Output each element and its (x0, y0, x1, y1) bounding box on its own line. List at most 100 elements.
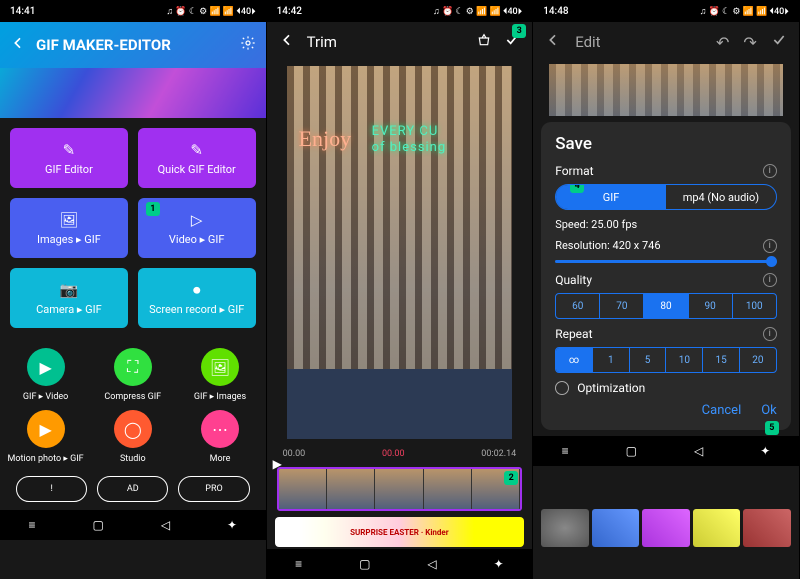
android-nav: ≡ ▢ ◁ ✦ (533, 436, 799, 466)
ok-button[interactable]: Ok (761, 403, 777, 418)
time-start: 00.00 (283, 449, 306, 459)
circ-more[interactable]: ⋯More (180, 410, 259, 464)
basket-icon[interactable] (476, 32, 492, 52)
res-row: Resolution: 420 x 746 (555, 239, 660, 252)
nav-back[interactable]: ◁ (694, 444, 703, 458)
resolution-slider[interactable] (555, 260, 777, 263)
edit-title: Edit (575, 33, 702, 51)
time-row: 00.00 00.00 00:02.14 (267, 443, 533, 465)
circ-compress[interactable]: ⛶Compress GIF (93, 348, 172, 402)
tile-quick-editor[interactable]: ✎Quick GIF Editor (138, 128, 256, 188)
filter-swatches (541, 509, 791, 547)
status-icons: ♫ ⏰ ☾ ⚙ 📶 📶 ⏴40⏵ (166, 6, 255, 17)
info-icon[interactable]: i (763, 164, 777, 178)
status-bar: 14:41 ♫ ⏰ ☾ ⚙ 📶 📶 ⏴40⏵ (0, 0, 266, 22)
nav-home[interactable]: ▢ (626, 444, 637, 458)
nav-acc[interactable]: ✦ (760, 444, 770, 458)
r-1[interactable]: 1 (593, 348, 630, 372)
pill-ad[interactable]: AD (97, 476, 168, 502)
r-10[interactable]: 10 (666, 348, 703, 372)
ad-banner[interactable]: SURPRISE EASTER · Kinder (275, 517, 525, 547)
back-icon[interactable] (279, 32, 295, 52)
motion-icon: ▶ (27, 410, 65, 448)
hero-banner (0, 68, 266, 118)
nav-home[interactable]: ▢ (92, 518, 103, 532)
neon-text-2: EVERY CUof blessing (372, 124, 447, 155)
settings-icon[interactable] (240, 35, 256, 55)
radio-icon[interactable] (555, 381, 569, 395)
back-icon[interactable] (545, 32, 561, 52)
info-icon[interactable]: i (763, 327, 777, 341)
timeline-strip[interactable]: 2 (277, 467, 523, 511)
nav-back[interactable]: ◁ (161, 518, 170, 532)
status-icons: ♫ ⏰ ☾ ⚙ 📶 📶 ⏴40⏵ (433, 6, 522, 17)
status-bar: 14:48 ♫ ⏰ ☾ ⚙ 📶 📶 ⏴40⏵ (533, 0, 799, 22)
tile-grid: ✎GIF Editor ✎Quick GIF Editor 🖼Images ▸ … (0, 118, 266, 338)
nav-menu[interactable]: ≡ (28, 518, 35, 532)
q-90[interactable]: 90 (689, 294, 733, 318)
video-preview[interactable]: Enjoy EVERY CUof blessing (287, 66, 513, 439)
circ-gif-images[interactable]: 🖼GIF ▸ Images (180, 348, 259, 402)
swatch[interactable] (743, 509, 791, 547)
android-nav: ≡ ▢ ◁ ✦ (0, 510, 266, 540)
nav-back[interactable]: ◁ (427, 557, 436, 571)
swatch[interactable] (592, 509, 640, 547)
edit-preview (549, 64, 783, 116)
tile-images-gif[interactable]: 🖼Images ▸ GIF (10, 198, 128, 258)
dialog-actions: Cancel Ok 5 (555, 403, 777, 418)
play-icon: ▷ (191, 211, 203, 229)
clock: 14:42 (277, 6, 302, 17)
optimization-row[interactable]: Optimization (555, 381, 777, 395)
screen-home: 14:41 ♫ ⏰ ☾ ⚙ 📶 📶 ⏴40⏵ GIF MAKER-EDITOR … (0, 0, 267, 579)
tile-screenrec-gif[interactable]: ⏺Screen record ▸ GIF (138, 268, 256, 328)
back-icon[interactable] (10, 35, 26, 55)
nav-menu[interactable]: ≡ (562, 444, 569, 458)
tile-gif-editor[interactable]: ✎GIF Editor (10, 128, 128, 188)
q-80[interactable]: 80 (644, 294, 688, 318)
status-icons: ♫ ⏰ ☾ ⚙ 📶 📶 ⏴40⏵ (700, 6, 789, 17)
q-60[interactable]: 60 (556, 294, 600, 318)
screen-trim: 14:42 ♫ ⏰ ☾ ⚙ 📶 📶 ⏴40⏵ 3 Trim Enjoy EVER… (267, 0, 534, 579)
check-icon[interactable] (771, 32, 787, 52)
r-15[interactable]: 15 (703, 348, 740, 372)
q-100[interactable]: 100 (733, 294, 776, 318)
cancel-button[interactable]: Cancel (702, 403, 742, 418)
circ-motion[interactable]: ▶Motion photo ▸ GIF (6, 410, 85, 464)
r-20[interactable]: 20 (740, 348, 776, 372)
r-5[interactable]: 5 (630, 348, 667, 372)
format-mp4[interactable]: mp4 (No audio) (666, 185, 776, 209)
redo-icon[interactable]: ↷ (743, 33, 756, 52)
badge: 3 (512, 24, 526, 38)
time-end: 00:02.14 (481, 449, 516, 459)
circ-gif-video[interactable]: ▶GIF ▸ Video (6, 348, 85, 402)
swatch[interactable] (541, 509, 589, 547)
save-dialog: Save Formati 4 GIF mp4 (No audio) Speed:… (541, 122, 791, 430)
camera-icon: 📷 (60, 281, 79, 299)
bottom-pills: ! AD PRO (0, 468, 266, 510)
info-icon[interactable]: i (763, 273, 777, 287)
neon-text-1: Enjoy (299, 126, 352, 152)
nav-acc[interactable]: ✦ (494, 557, 504, 571)
swatch[interactable] (642, 509, 690, 547)
trim-header: Trim (267, 22, 533, 62)
info-icon[interactable]: i (763, 239, 777, 253)
tile-camera-gif[interactable]: 📷Camera ▸ GIF (10, 268, 128, 328)
circ-studio[interactable]: ◯Studio (93, 410, 172, 464)
r-inf[interactable]: ∞ (556, 348, 593, 372)
swatch[interactable] (693, 509, 741, 547)
pencil-icon: ✎ (190, 141, 203, 159)
undo-icon[interactable]: ↶ (716, 33, 729, 52)
badge: 1 (146, 202, 160, 216)
play-icon: ▶ (27, 348, 65, 386)
more-icon: ⋯ (201, 410, 239, 448)
nav-home[interactable]: ▢ (359, 557, 370, 571)
q-70[interactable]: 70 (600, 294, 644, 318)
tile-video-gif[interactable]: 1▷Video ▸ GIF (138, 198, 256, 258)
quality-options: 60 70 80 90 100 (555, 293, 777, 319)
nav-acc[interactable]: ✦ (227, 518, 237, 532)
app-header: GIF MAKER-EDITOR (0, 22, 266, 68)
pill-info[interactable]: ! (16, 476, 87, 502)
pill-pro[interactable]: PRO (178, 476, 249, 502)
nav-menu[interactable]: ≡ (295, 557, 302, 571)
clock: 14:41 (10, 6, 35, 17)
